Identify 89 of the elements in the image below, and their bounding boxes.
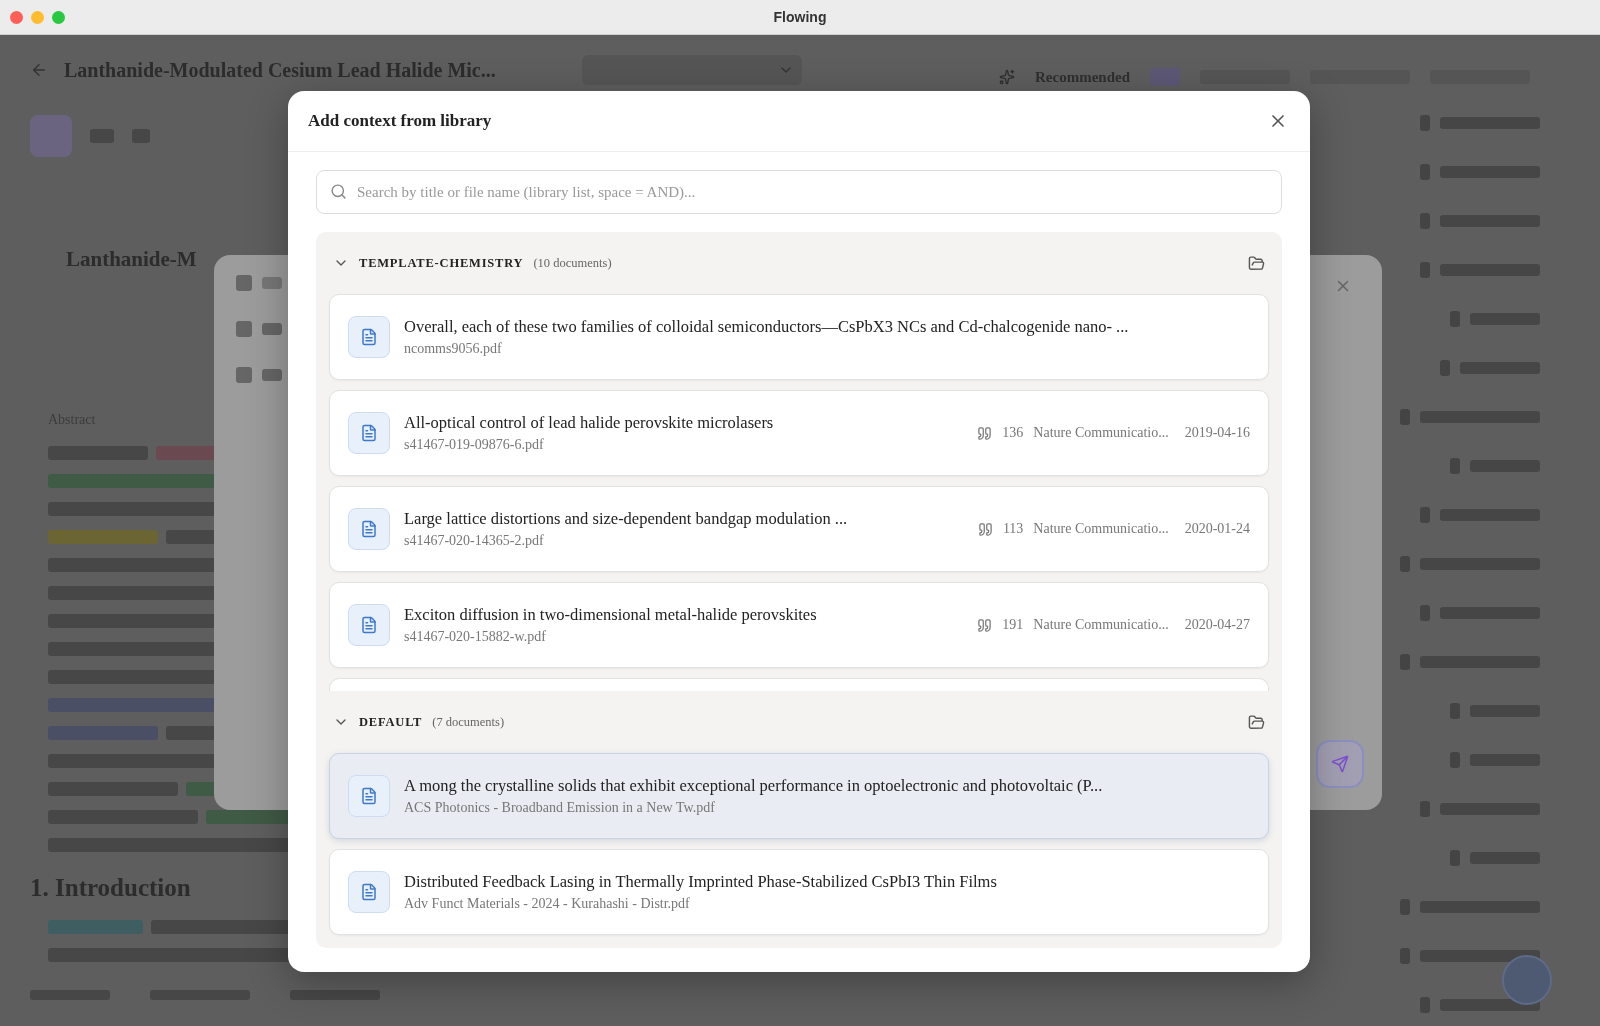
blurred-text	[262, 369, 282, 381]
document-title: A mong the crystalline solids that exhibit exceptional performance in optoelectronic and photovoltaic (P...	[404, 776, 1104, 796]
document-card[interactable]: Overall, each of these two families of colloidal semiconductors—CsPbX3 NCs and Cd-chalcogenide nano- ... ncomms9056.pdf	[329, 294, 1269, 380]
count-badge	[1150, 68, 1180, 86]
blurred-text	[166, 726, 216, 740]
folder-icon[interactable]	[1248, 713, 1265, 731]
dialog-title: Add context from library	[308, 111, 492, 131]
blurred-text	[262, 323, 282, 335]
document-title: Exciton diffusion in two-dimensional metal-halide perovskites	[404, 605, 818, 625]
close-window-button[interactable]	[10, 10, 23, 24]
file-icon	[1420, 262, 1430, 278]
document-title: Overall, each of these two families of colloidal semiconductors—CsPbX3 NCs and Cd-chalcogenide nano- ...	[404, 317, 1130, 337]
file-icon	[1450, 311, 1460, 327]
document-card[interactable]: Exciton diffusion in two-dimensional metal-halide perovskites s41467-020-15882-w.pdf 191 Nature Communicatio... 2020-04-27	[329, 582, 1269, 668]
send-icon	[1331, 755, 1349, 773]
file-icon	[1400, 409, 1410, 425]
file-icon	[1420, 801, 1430, 817]
file-icon	[1450, 458, 1460, 474]
group-name: DEFAULT	[359, 714, 423, 730]
sparkle-icon	[999, 69, 1015, 85]
file-icon	[1420, 164, 1430, 180]
send-button[interactable]	[1316, 740, 1364, 788]
quote-icon	[977, 425, 993, 441]
document-title: Distributed Feedback Lasing in Thermally Imprinted Phase-Stabilized CsPbI3 Thin Films	[404, 872, 998, 892]
document-count: (7 documents)	[432, 714, 506, 730]
document-icon	[348, 412, 390, 454]
document-count: (10 documents)	[533, 255, 613, 271]
tag-icon	[236, 321, 252, 337]
blurred-text	[1470, 754, 1540, 766]
group-name: TEMPLATE-CHEMISTRY	[359, 255, 524, 271]
file-icon	[1420, 115, 1430, 131]
file-icon	[1420, 213, 1430, 229]
quote-icon	[977, 617, 993, 633]
file-icon	[1420, 997, 1430, 1013]
blurred-text	[262, 277, 282, 289]
file-name: ACS Photonics - Broadband Emission in a New Tw.pdf	[404, 800, 716, 816]
publication-date: 2019-04-16	[1184, 425, 1250, 441]
file-name: s41467-020-15882-w.pdf	[404, 629, 547, 645]
file-icon	[1440, 360, 1450, 376]
document-icon	[348, 775, 390, 817]
search-field[interactable]: Search by title or file name (library list, space = AND)...	[316, 170, 1282, 214]
file-icon	[1400, 899, 1410, 915]
toolbar-button[interactable]	[30, 115, 72, 157]
publication-date: 2020-01-24	[1184, 521, 1250, 537]
document-card[interactable]: A mong the crystalline solids that exhibit exceptional performance in optoelectronic and photovoltaic (P... ACS Photonics - Broadband Emission in a New Tw.pdf	[329, 753, 1269, 839]
file-name: Adv Funct Materials - 2024 - Kurahashi - Distr.pdf	[404, 896, 691, 912]
citation-count: 191	[1002, 617, 1024, 633]
blurred-text	[156, 446, 216, 460]
document-title: All-optical control of lead halide perovskite microlasers	[404, 413, 775, 433]
document-card[interactable]: Distributed Feedback Lasing in Thermally Imprinted Phase-Stabilized CsPbI3 Thin Films Adv Funct Materials - 2024 - Kurahashi - Distr.pdf	[329, 849, 1269, 935]
file-icon	[1400, 948, 1410, 964]
document-icon	[348, 316, 390, 358]
search-icon	[330, 183, 347, 200]
document-icon	[348, 508, 390, 550]
file-name: ncomms9056.pdf	[404, 341, 503, 357]
citation-count: 113	[1002, 521, 1024, 537]
library-dropdown[interactable]	[581, 55, 802, 85]
tag-icon	[236, 367, 252, 383]
file-icon	[1450, 850, 1460, 866]
blurred-text	[1470, 705, 1540, 717]
document-card[interactable]: All-optical control of lead halide perovskite microlasers s41467-019-09876-6.pdf 136 Nature Communicatio... 2019-04-16	[329, 390, 1269, 476]
document-icon	[348, 871, 390, 913]
journal-name: Nature Communicatio...	[1033, 521, 1169, 537]
file-icon	[1400, 556, 1410, 572]
publication-date: 2020-04-27	[1184, 617, 1250, 633]
blurred-text	[1470, 460, 1540, 472]
comment-icon	[236, 275, 252, 291]
quote-icon	[977, 521, 993, 537]
floating-button[interactable]	[1502, 955, 1552, 1005]
file-icon	[1450, 752, 1460, 768]
file-name: s41467-019-09876-6.pdf	[404, 437, 545, 453]
zoom-window-button[interactable]	[52, 10, 65, 24]
document-card[interactable]: Large lattice distortions and size-dependent bandgap modulation ... s41467-020-14365-2.pdf 113 Nature Communicatio... 2020-01-24	[329, 486, 1269, 572]
back-icon[interactable]	[30, 61, 48, 79]
window-title: Flowing	[773, 9, 827, 25]
journal-name: Nature Communicatio...	[1033, 617, 1169, 633]
blurred-text	[1470, 852, 1540, 864]
file-icon	[1420, 507, 1430, 523]
folder-icon[interactable]	[1248, 254, 1265, 272]
journal-name: Nature Communicatio...	[1033, 425, 1169, 441]
document-icon	[348, 604, 390, 646]
document-title: Large lattice distortions and size-dependent bandgap modulation ...	[404, 509, 849, 529]
file-icon	[1450, 703, 1460, 719]
file-icon	[1400, 654, 1410, 670]
citation-count: 136	[1002, 425, 1024, 441]
blurred-text	[1470, 313, 1540, 325]
file-name: s41467-020-14365-2.pdf	[404, 533, 545, 549]
minimize-window-button[interactable]	[31, 10, 44, 24]
file-icon	[1420, 605, 1430, 621]
